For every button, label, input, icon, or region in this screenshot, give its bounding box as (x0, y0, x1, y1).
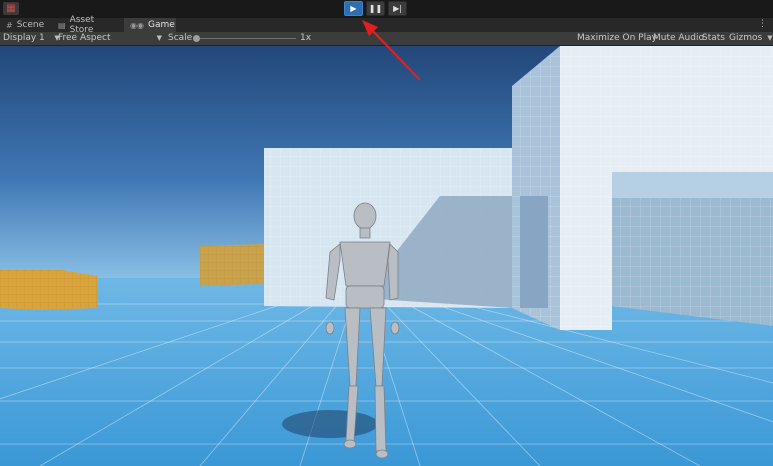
game-view-toolbar: Display 1 ▼ Free Aspect ▼ Scale 1x Maxim… (0, 32, 773, 46)
display-label: Display 1 (3, 33, 45, 43)
scale-label: Scale (168, 33, 193, 43)
scene-icon: # (6, 20, 13, 30)
tab-label: Scene (16, 20, 45, 30)
window-tabs: # Scene ▤ Asset Store ◉◉ Game ⋮ (0, 15, 773, 35)
gizmos-dropdown[interactable]: Gizmos ▼ (729, 32, 773, 45)
arch-ceiling (612, 172, 773, 198)
play-icon: ▶ (350, 4, 357, 13)
step-icon: ▶| (393, 4, 402, 13)
pause-icon: ❚❚ (368, 4, 383, 13)
tab-label: Game (147, 20, 175, 30)
scale-slider-handle[interactable] (193, 35, 200, 42)
character-shadow (282, 410, 378, 438)
unity-grid-icon[interactable]: ▦ (3, 2, 19, 15)
pause-button[interactable]: ❚❚ (366, 1, 385, 16)
tab-scene[interactable]: # Scene (0, 18, 52, 32)
game-render (0, 46, 773, 466)
aspect-label: Free Aspect (58, 33, 111, 43)
display-dropdown[interactable]: Display 1 ▼ (3, 32, 60, 45)
tab-asset-store[interactable]: ▤ Asset Store (52, 15, 124, 35)
scale-value: 1x (300, 33, 312, 43)
chevron-down-icon: ▼ (765, 34, 773, 42)
game-controller-icon: ◉◉ (130, 20, 144, 30)
aspect-dropdown[interactable]: Free Aspect ▼ (58, 32, 162, 45)
maximize-on-play-toggle[interactable]: Maximize On Play (577, 32, 657, 45)
inner-column (520, 196, 548, 308)
game-viewport[interactable] (0, 46, 773, 466)
tab-game[interactable]: ◉◉ Game (124, 18, 176, 32)
stats-toggle[interactable]: Stats (702, 32, 725, 45)
more-options-icon[interactable]: ⋮ (758, 19, 767, 29)
mute-audio-toggle[interactable]: Mute Audio (653, 32, 704, 45)
asset-store-icon: ▤ (58, 20, 66, 30)
scale-slider-track[interactable] (198, 38, 296, 39)
gizmos-label: Gizmos (729, 33, 763, 43)
play-button[interactable]: ▶ (344, 1, 363, 16)
step-button[interactable]: ▶| (388, 1, 407, 16)
chevron-down-icon: ▼ (156, 34, 162, 42)
